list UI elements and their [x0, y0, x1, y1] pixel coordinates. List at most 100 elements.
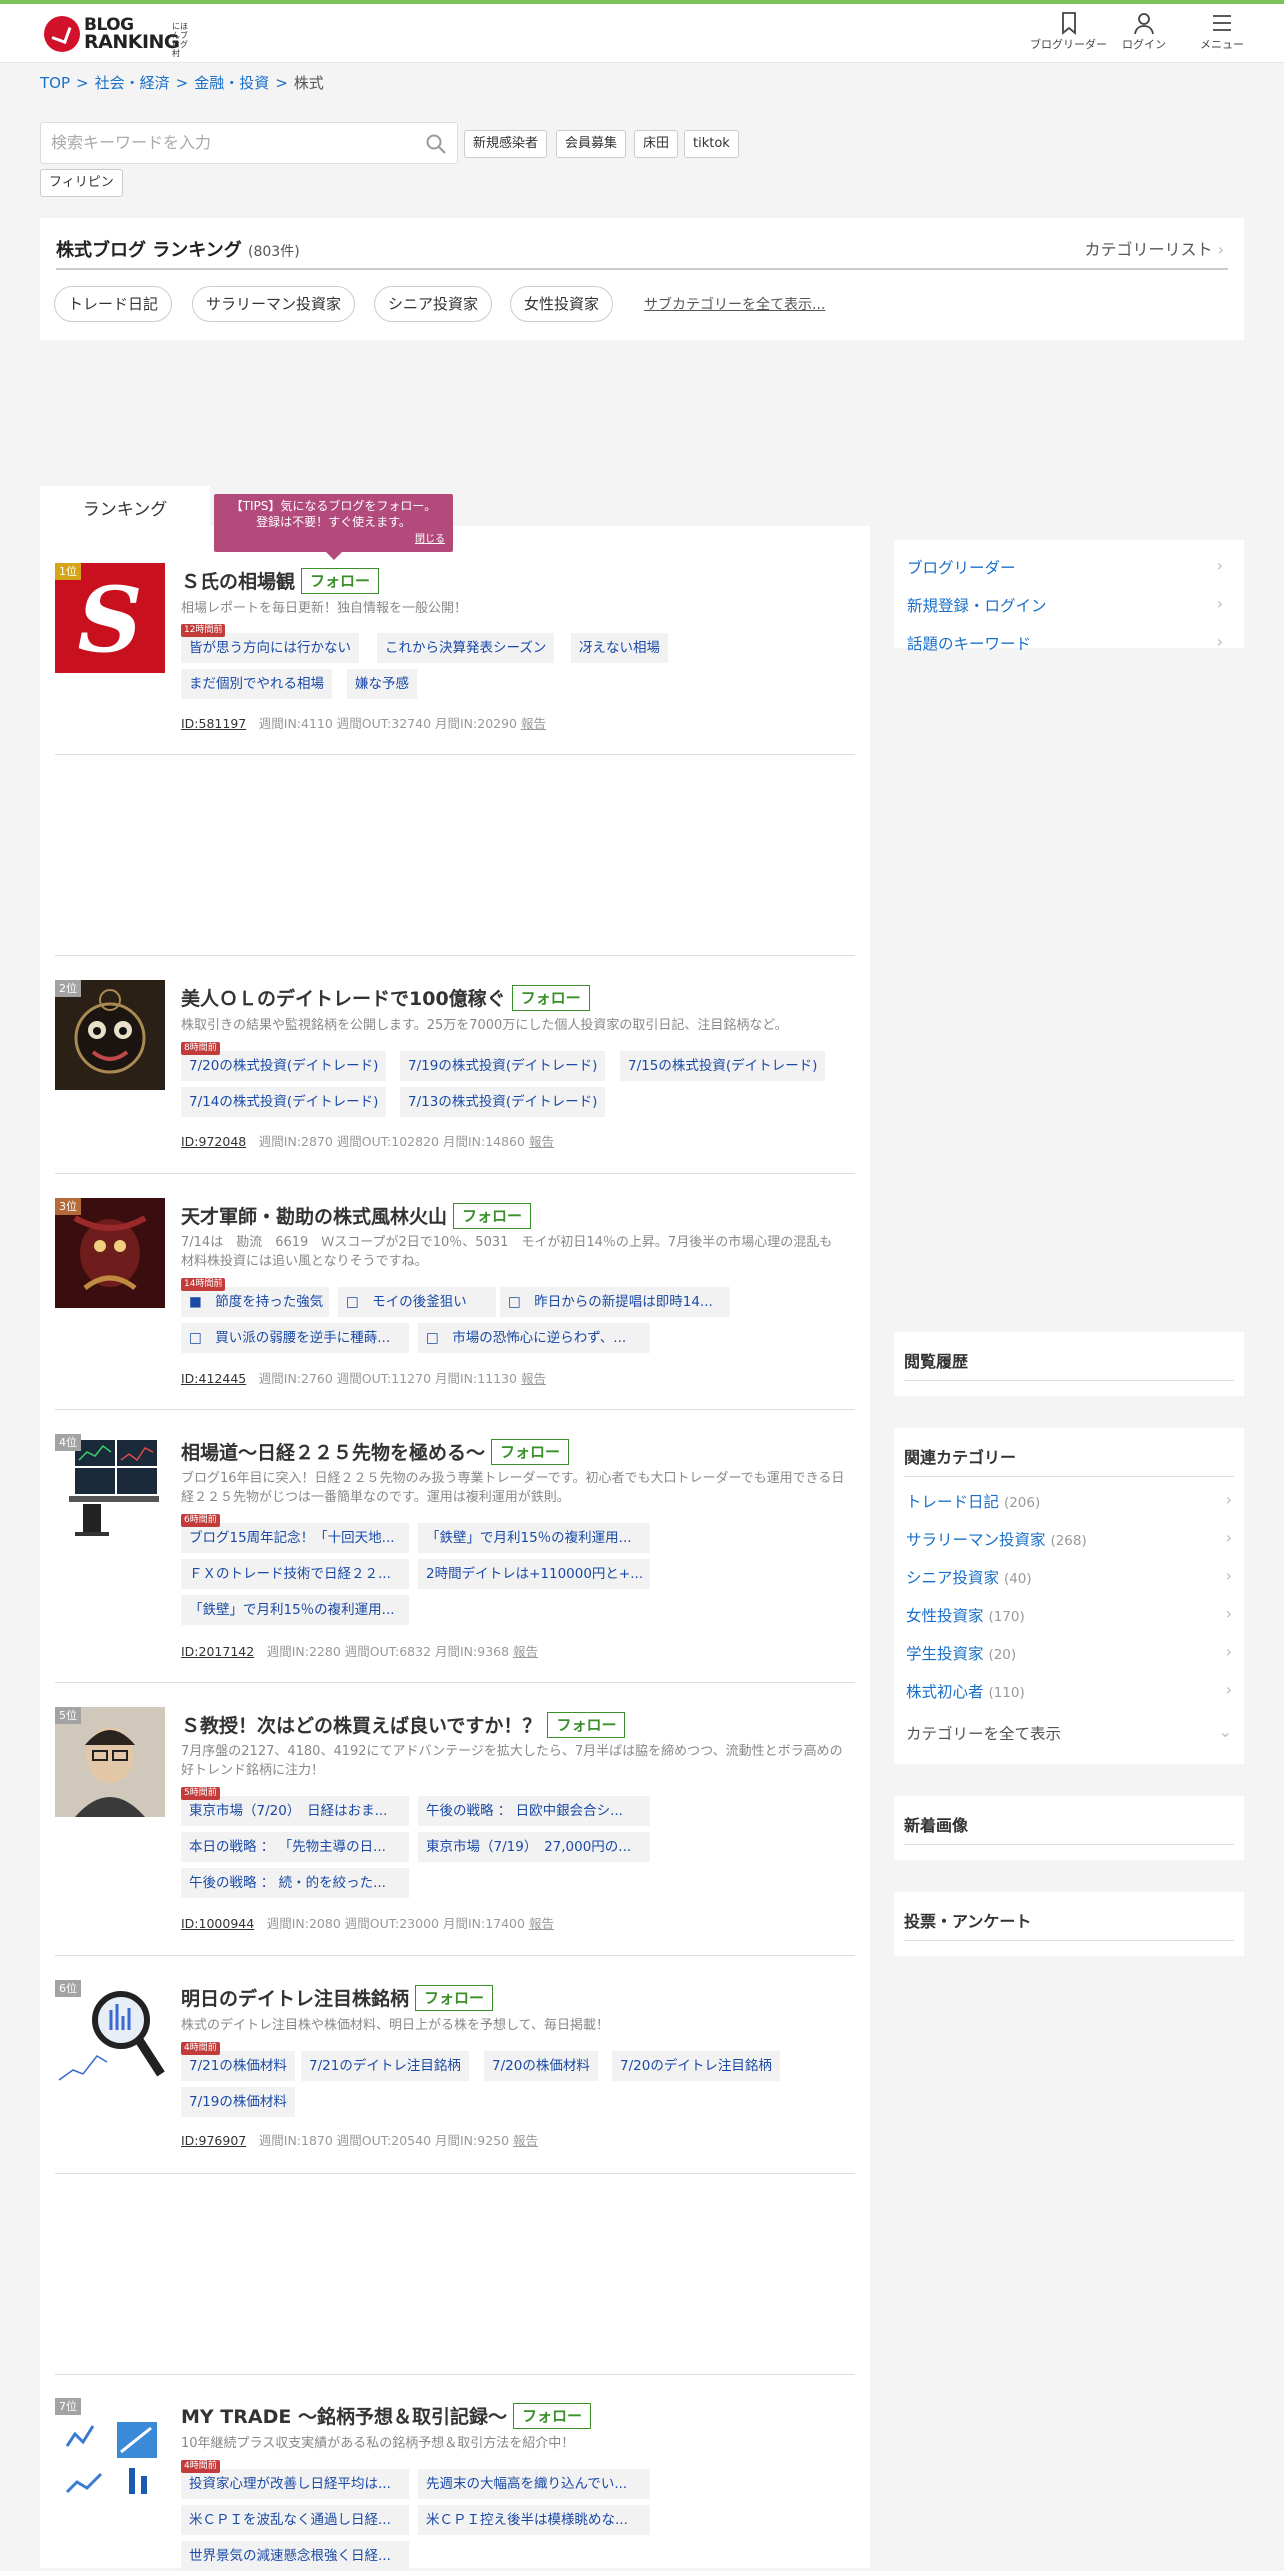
article-link[interactable]: ブログ15周年記念！「十回天地...	[181, 1523, 409, 1553]
article-link[interactable]: □ 買い派の弱腰を逆手に種蒔...	[181, 1323, 409, 1353]
related-category-link[interactable]: 学生投資家 (20)	[906, 1642, 1016, 1664]
blog-title-link[interactable]: 美人ＯＬのデイトレードで100億稼ぐ	[181, 988, 506, 1010]
show-all-categories-link[interactable]: カテゴリーを全て表示	[906, 1722, 1061, 1744]
follow-button[interactable]: フォロー	[301, 568, 380, 594]
keyword-tag[interactable]: tiktok	[684, 130, 739, 158]
article-link[interactable]: 7/19の株式投資(デイトレード)	[400, 1051, 606, 1081]
article-link[interactable]: 7/20のデイトレ注目銘柄	[612, 2051, 780, 2081]
article-link[interactable]: 先週末の大幅高を織り込んでい...	[418, 2469, 650, 2499]
article-link[interactable]: 本日の戦略 ： 「先物主導の日...	[181, 1832, 409, 1862]
article-link[interactable]: 7/20の株式投資(デイトレード)	[181, 1051, 387, 1081]
nav-login[interactable]: ログイン	[1122, 10, 1166, 52]
blog-id-link[interactable]: ID:412445	[181, 1371, 246, 1386]
article-link[interactable]: 午後の戦略 ： 日欧中銀会合シ...	[418, 1796, 650, 1826]
report-link[interactable]: 報告	[513, 1644, 538, 1659]
article-link[interactable]: これから決算発表シーズン	[377, 633, 555, 663]
article-link[interactable]: □ 昨日からの新提唱は即時14...	[500, 1287, 730, 1317]
subcat-senior[interactable]: シニア投資家	[374, 286, 493, 322]
subcat-women[interactable]: 女性投資家	[510, 286, 614, 322]
search-icon[interactable]	[425, 133, 447, 155]
tips-close-link[interactable]: 閉じる	[415, 532, 445, 548]
breadcrumb-finance[interactable]: 金融・投資	[194, 74, 269, 92]
article-link[interactable]: 東京市場（7/20） 日経はおま...	[181, 1796, 409, 1826]
blog-title-link[interactable]: Ｓ教授！次はどの株買えば良いですか！？	[181, 1715, 541, 1737]
related-category-link[interactable]: 株式初心者 (110)	[906, 1680, 1025, 1702]
blog-id-link[interactable]: ID:976907	[181, 2133, 246, 2148]
report-link[interactable]: 報告	[529, 1134, 554, 1149]
report-link[interactable]: 報告	[513, 2133, 538, 2148]
subcat-trade-diary[interactable]: トレード日記	[54, 286, 173, 322]
related-category-link[interactable]: シニア投資家 (40)	[906, 1566, 1032, 1588]
blog-id-link[interactable]: ID:972048	[181, 1134, 246, 1149]
article-link[interactable]: 世界景気の減速懸念根強く日経...	[181, 2541, 409, 2571]
report-link[interactable]: 報告	[529, 1916, 554, 1931]
related-category-link[interactable]: サラリーマン投資家 (268)	[906, 1528, 1087, 1550]
blog-thumbnail[interactable]: 2位	[55, 980, 165, 1090]
blog-title-link[interactable]: 相場道〜日経２２５先物を極める〜	[181, 1442, 485, 1464]
blog-title-link[interactable]: 明日のデイトレ注目株銘柄	[181, 1988, 409, 2010]
report-link[interactable]: 報告	[521, 716, 546, 731]
article-link[interactable]: 嫌な予感	[347, 669, 417, 699]
article-link[interactable]: 7/19の株価材料	[181, 2087, 295, 2117]
keyword-tag[interactable]: 新規感染者	[464, 130, 548, 158]
article-link[interactable]: まだ個別でやれる相場	[181, 669, 332, 699]
follow-button[interactable]: フォロー	[491, 1439, 570, 1465]
follow-button[interactable]: フォロー	[415, 1985, 494, 2011]
blog-thumbnail[interactable]: 6位	[55, 1980, 165, 2090]
site-logo[interactable]: BLOG RANKING にほんブログ村	[44, 14, 188, 58]
blog-thumbnail[interactable]: 4位	[55, 1434, 165, 1544]
sidebar-link-trending-keywords[interactable]: 話題のキーワード ›	[907, 632, 1235, 654]
article-link[interactable]: 東京市場（7/19） 27,000円の...	[418, 1832, 650, 1862]
article-link[interactable]: 7/15の株式投資(デイトレード)	[620, 1051, 826, 1081]
blog-thumbnail[interactable]: 1位 S	[55, 563, 165, 673]
article-link[interactable]: 午後の戦略 ： 続・的を絞った...	[181, 1868, 409, 1898]
article-link[interactable]: 2時間デイトレは+110000円と+...	[418, 1559, 650, 1589]
category-list-link[interactable]: カテゴリーリスト ›	[1084, 236, 1224, 260]
article-link[interactable]: 米ＣＰＩを波乱なく通過し日経...	[181, 2505, 409, 2535]
nav-blog-reader[interactable]: ブログリーダー	[1030, 10, 1107, 52]
blog-id-link[interactable]: ID:1000944	[181, 1916, 254, 1931]
blog-thumbnail[interactable]: 3位	[55, 1198, 165, 1308]
article-link[interactable]: 投資家心理が改善し日経平均は...	[181, 2469, 409, 2499]
article-link[interactable]: 「鉄壁」で月利15％の複利運用...	[181, 1595, 409, 1625]
follow-button[interactable]: フォロー	[511, 985, 590, 1011]
article-link[interactable]: 7/14の株式投資(デイトレード)	[181, 1087, 387, 1117]
blog-title-link[interactable]: Ｓ氏の相場観	[181, 571, 295, 593]
article-link[interactable]: □ モイの後釜狙い	[338, 1287, 496, 1317]
article-link[interactable]: 皆が思う方向には行かない	[181, 633, 359, 663]
sidebar-link-register-login[interactable]: 新規登録・ログイン ›	[907, 594, 1235, 616]
article-link[interactable]: ■ 節度を持った強気	[181, 1287, 329, 1317]
report-link[interactable]: 報告	[521, 1371, 546, 1386]
article-link[interactable]: 「鉄壁」で月利15％の複利運用...	[418, 1523, 650, 1553]
blog-title-link[interactable]: MY TRADE 〜銘柄予想＆取引記録〜	[181, 2406, 507, 2428]
follow-button[interactable]: フォロー	[453, 1203, 532, 1229]
sidebar-link-blog-reader[interactable]: ブログリーダー ›	[907, 556, 1235, 578]
article-link[interactable]: 7/20の株価材料	[484, 2051, 598, 2081]
breadcrumb-top[interactable]: TOP	[40, 74, 70, 92]
blog-thumbnail[interactable]: 5位	[55, 1707, 165, 1817]
article-link[interactable]: 7/21の株価材料	[181, 2051, 295, 2081]
subcat-show-all-link[interactable]: サブカテゴリーを全て表示...	[644, 294, 825, 314]
blog-title-link[interactable]: 天才軍師・勘助の株式風林火山	[181, 1206, 447, 1228]
blog-id-link[interactable]: ID:581197	[181, 716, 246, 731]
follow-button[interactable]: フォロー	[512, 2403, 591, 2429]
keyword-tag[interactable]: フィリピン	[40, 169, 123, 197]
follow-button[interactable]: フォロー	[547, 1712, 626, 1738]
article-link[interactable]: 7/21のデイトレ注目銘柄	[301, 2051, 469, 2081]
keyword-tag[interactable]: 会員募集	[556, 130, 627, 158]
article-link[interactable]: 冴えない相場	[571, 633, 668, 663]
related-category-link[interactable]: 女性投資家 (170)	[906, 1604, 1025, 1626]
article-link[interactable]: 米ＣＰＩ控え後半は模様眺めな...	[418, 2505, 650, 2535]
article-link[interactable]: 7/13の株式投資(デイトレード)	[400, 1087, 606, 1117]
keyword-tag[interactable]: 床田	[634, 130, 679, 158]
blog-thumbnail[interactable]: 7位	[55, 2398, 165, 2508]
nav-menu[interactable]: メニュー	[1200, 10, 1244, 52]
subcat-salaryman[interactable]: サラリーマン投資家	[192, 286, 356, 322]
related-category-link[interactable]: トレード日記 (206)	[906, 1490, 1040, 1512]
tab-ranking[interactable]: ランキング	[40, 486, 210, 526]
search-input[interactable]	[41, 123, 421, 161]
article-link[interactable]: ＦＸのトレード技術で日経２２...	[181, 1559, 409, 1589]
breadcrumb-society[interactable]: 社会・経済	[95, 74, 170, 92]
article-link[interactable]: □ 市場の恐怖心に逆らわず、...	[418, 1323, 650, 1353]
blog-id-link[interactable]: ID:2017142	[181, 1644, 254, 1659]
